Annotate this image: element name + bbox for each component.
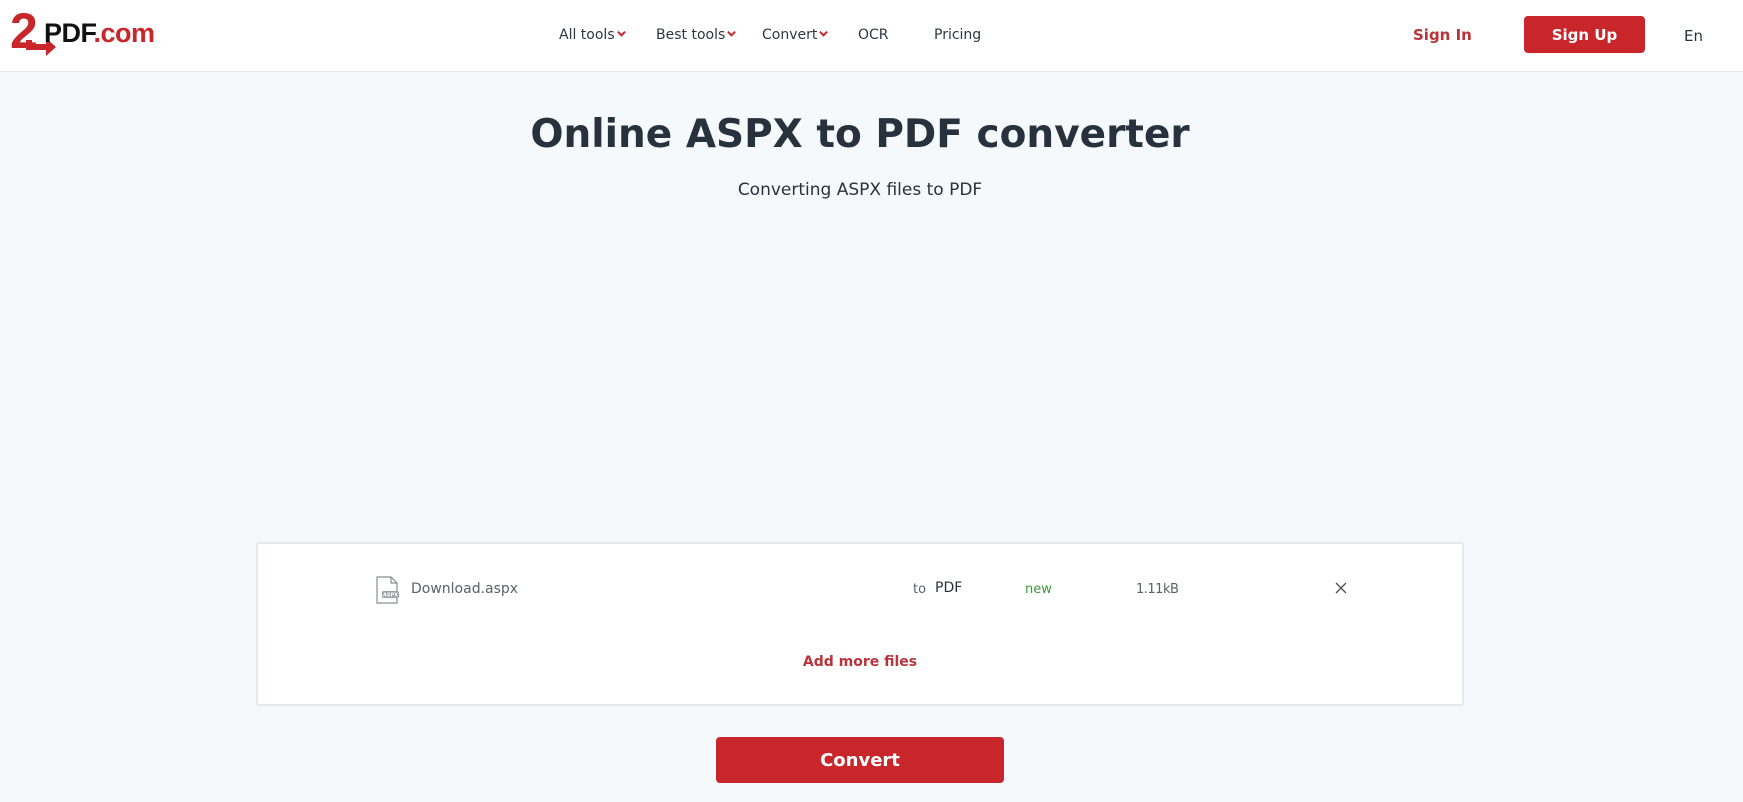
site-header: 2 PDF.com All tools Best tools Convert O… [0, 0, 1743, 72]
add-more-files-link[interactable]: Add more files [803, 654, 917, 670]
file-name: Download.aspx [411, 581, 519, 597]
nav-convert[interactable]: Convert [762, 25, 829, 45]
sign-in-link[interactable]: Sign In [1413, 24, 1472, 46]
nav-convert-label: Convert [762, 27, 818, 43]
nav-all-tools-label: All tools [559, 27, 615, 43]
page-title: Online ASPX to PDF converter [530, 112, 1190, 157]
file-list-panel [256, 542, 1464, 706]
to-label: to [913, 582, 927, 597]
file-size: 1.11kB [1136, 582, 1179, 597]
file-status-badge: new [1025, 582, 1052, 597]
nav-pricing[interactable]: Pricing [934, 25, 981, 45]
nav-ocr[interactable]: OCR [858, 25, 889, 45]
target-format-select[interactable]: PDF [935, 578, 962, 598]
language-selector[interactable]: En [1684, 25, 1703, 47]
close-icon[interactable] [1333, 580, 1349, 596]
file-icon-label: ASPX [383, 593, 398, 599]
add-more-files-container: Add more files [0, 652, 1720, 672]
nav-pricing-label: Pricing [934, 27, 982, 43]
site-logo[interactable]: 2 PDF.com [10, 6, 160, 56]
nav-best-tools[interactable]: Best tools [656, 25, 737, 45]
nav-all-tools[interactable]: All tools [559, 25, 626, 45]
chevron-down-icon [727, 30, 737, 37]
aspx-file-icon: ASPX [376, 576, 399, 604]
logo-com-text: .com [93, 18, 156, 48]
nav-ocr-label: OCR [858, 27, 889, 43]
logo-pdf-text: PDF [44, 18, 94, 48]
chevron-down-icon [616, 30, 626, 37]
convert-button[interactable]: Convert [716, 737, 1004, 783]
nav-best-tools-label: Best tools [656, 27, 726, 43]
page-subtitle: Converting ASPX files to PDF [737, 180, 983, 200]
logo-wordmark: PDF.com [44, 18, 155, 48]
chevron-down-icon [819, 30, 829, 37]
sign-up-button[interactable]: Sign Up [1524, 16, 1645, 53]
